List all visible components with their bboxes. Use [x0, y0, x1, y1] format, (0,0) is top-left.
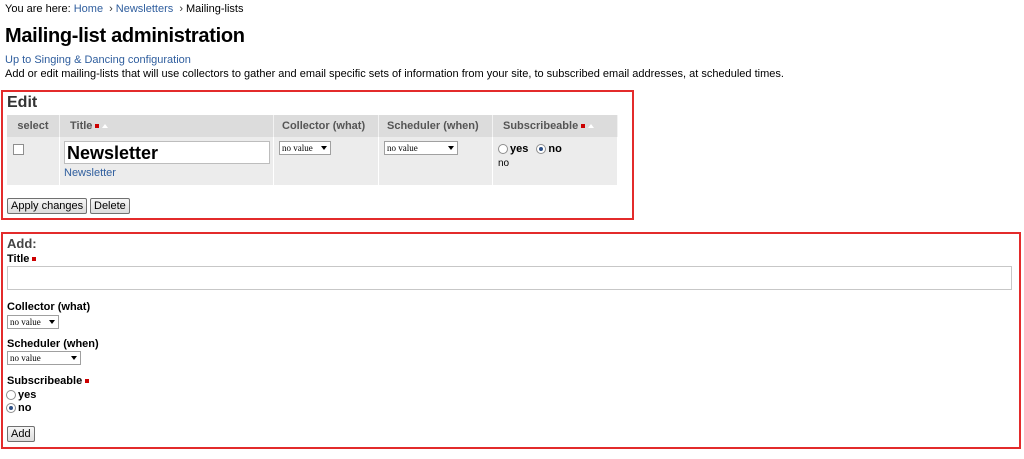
add-scheduler-label: Scheduler (when) — [7, 338, 99, 350]
sort-arrow-icon[interactable] — [102, 124, 109, 129]
add-subscribeable-yes-option[interactable]: yes — [6, 389, 36, 401]
table-header-row: select Title Collector (what) Scheduler … — [7, 115, 618, 137]
column-header-subscribeable[interactable]: Subscribeable — [492, 115, 618, 137]
edit-heading: Edit — [7, 94, 38, 111]
breadcrumb-separator: › — [179, 3, 183, 15]
row-scheduler-select[interactable]: no value — [384, 141, 458, 155]
add-collector-select[interactable]: no value — [7, 315, 59, 329]
apply-changes-button[interactable]: Apply changes — [7, 198, 88, 214]
add-subscribeable-no-radio[interactable] — [6, 403, 16, 414]
row-title-input[interactable]: Newsletter — [64, 141, 270, 164]
column-header-collector: Collector (what) — [273, 115, 379, 137]
add-collector-label: Collector (what) — [7, 301, 91, 313]
dropdown-arrow-icon — [448, 146, 454, 150]
breadcrumb-newsletters-link[interactable]: Newsletters — [116, 3, 173, 15]
required-marker-icon — [95, 124, 100, 129]
page-description: Add or edit mailing-lists that will use … — [5, 68, 784, 80]
column-header-title[interactable]: Title — [59, 115, 274, 137]
required-marker-icon — [581, 124, 586, 129]
add-title-input[interactable] — [7, 266, 1012, 290]
row-subscribeable-yes-label[interactable]: yes — [510, 143, 528, 155]
mailing-lists-table: select Title Collector (what) Scheduler … — [7, 115, 618, 185]
row-subscribeable-yes-radio[interactable] — [498, 144, 508, 155]
add-title-label: Title — [7, 253, 37, 265]
breadcrumb-home-link[interactable]: Home — [74, 3, 103, 15]
collector-cell: no value — [273, 137, 379, 185]
subscribeable-cell: yes no no — [492, 137, 618, 185]
breadcrumb-separator: › — [109, 3, 113, 15]
breadcrumb-current: Mailing-lists — [186, 3, 244, 15]
add-subscribeable-yes-label[interactable]: yes — [18, 389, 36, 401]
row-select-checkbox[interactable] — [13, 144, 24, 155]
sort-arrow-icon[interactable] — [588, 124, 595, 129]
add-section: Add: Title Collector (what) no value Sch… — [1, 232, 1021, 449]
dropdown-arrow-icon — [71, 356, 77, 360]
add-subscribeable-no-label[interactable]: no — [18, 402, 31, 414]
scheduler-cell: no value — [378, 137, 493, 185]
column-header-select: select — [7, 115, 60, 137]
row-subscribeable-no-label[interactable]: no — [548, 143, 561, 155]
add-heading: Add: — [7, 236, 37, 251]
add-subscribeable-yes-radio[interactable] — [6, 390, 16, 401]
dropdown-arrow-icon — [321, 146, 327, 150]
up-to-configuration-link[interactable]: Up to Singing & Dancing configuration — [5, 54, 191, 66]
title-cell: Newsletter Newsletter — [59, 137, 274, 185]
table-row: Newsletter Newsletter no value no value … — [7, 137, 618, 185]
row-subscribeable-current: no — [498, 158, 510, 170]
select-cell — [7, 137, 60, 185]
add-subscribeable-label: Subscribeable — [7, 375, 90, 387]
column-header-scheduler: Scheduler (when) — [378, 115, 493, 137]
dropdown-arrow-icon — [49, 320, 55, 324]
delete-button[interactable]: Delete — [90, 198, 130, 214]
row-title-link[interactable]: Newsletter — [64, 167, 273, 179]
add-button[interactable]: Add — [7, 426, 35, 442]
required-marker-icon — [32, 257, 37, 262]
edit-section: Edit select Title Collector (what) Sched… — [1, 90, 634, 220]
row-subscribeable-no-radio[interactable] — [536, 144, 547, 155]
breadcrumb-prefix: You are here: — [5, 3, 71, 15]
page-title: Mailing-list administration — [5, 25, 245, 47]
required-marker-icon — [85, 379, 90, 384]
row-collector-select[interactable]: no value — [279, 141, 331, 155]
add-scheduler-select[interactable]: no value — [7, 351, 81, 365]
breadcrumb: You are here: Home › Newsletters › Mailing… — [5, 3, 243, 15]
add-subscribeable-no-option[interactable]: no — [6, 402, 31, 414]
